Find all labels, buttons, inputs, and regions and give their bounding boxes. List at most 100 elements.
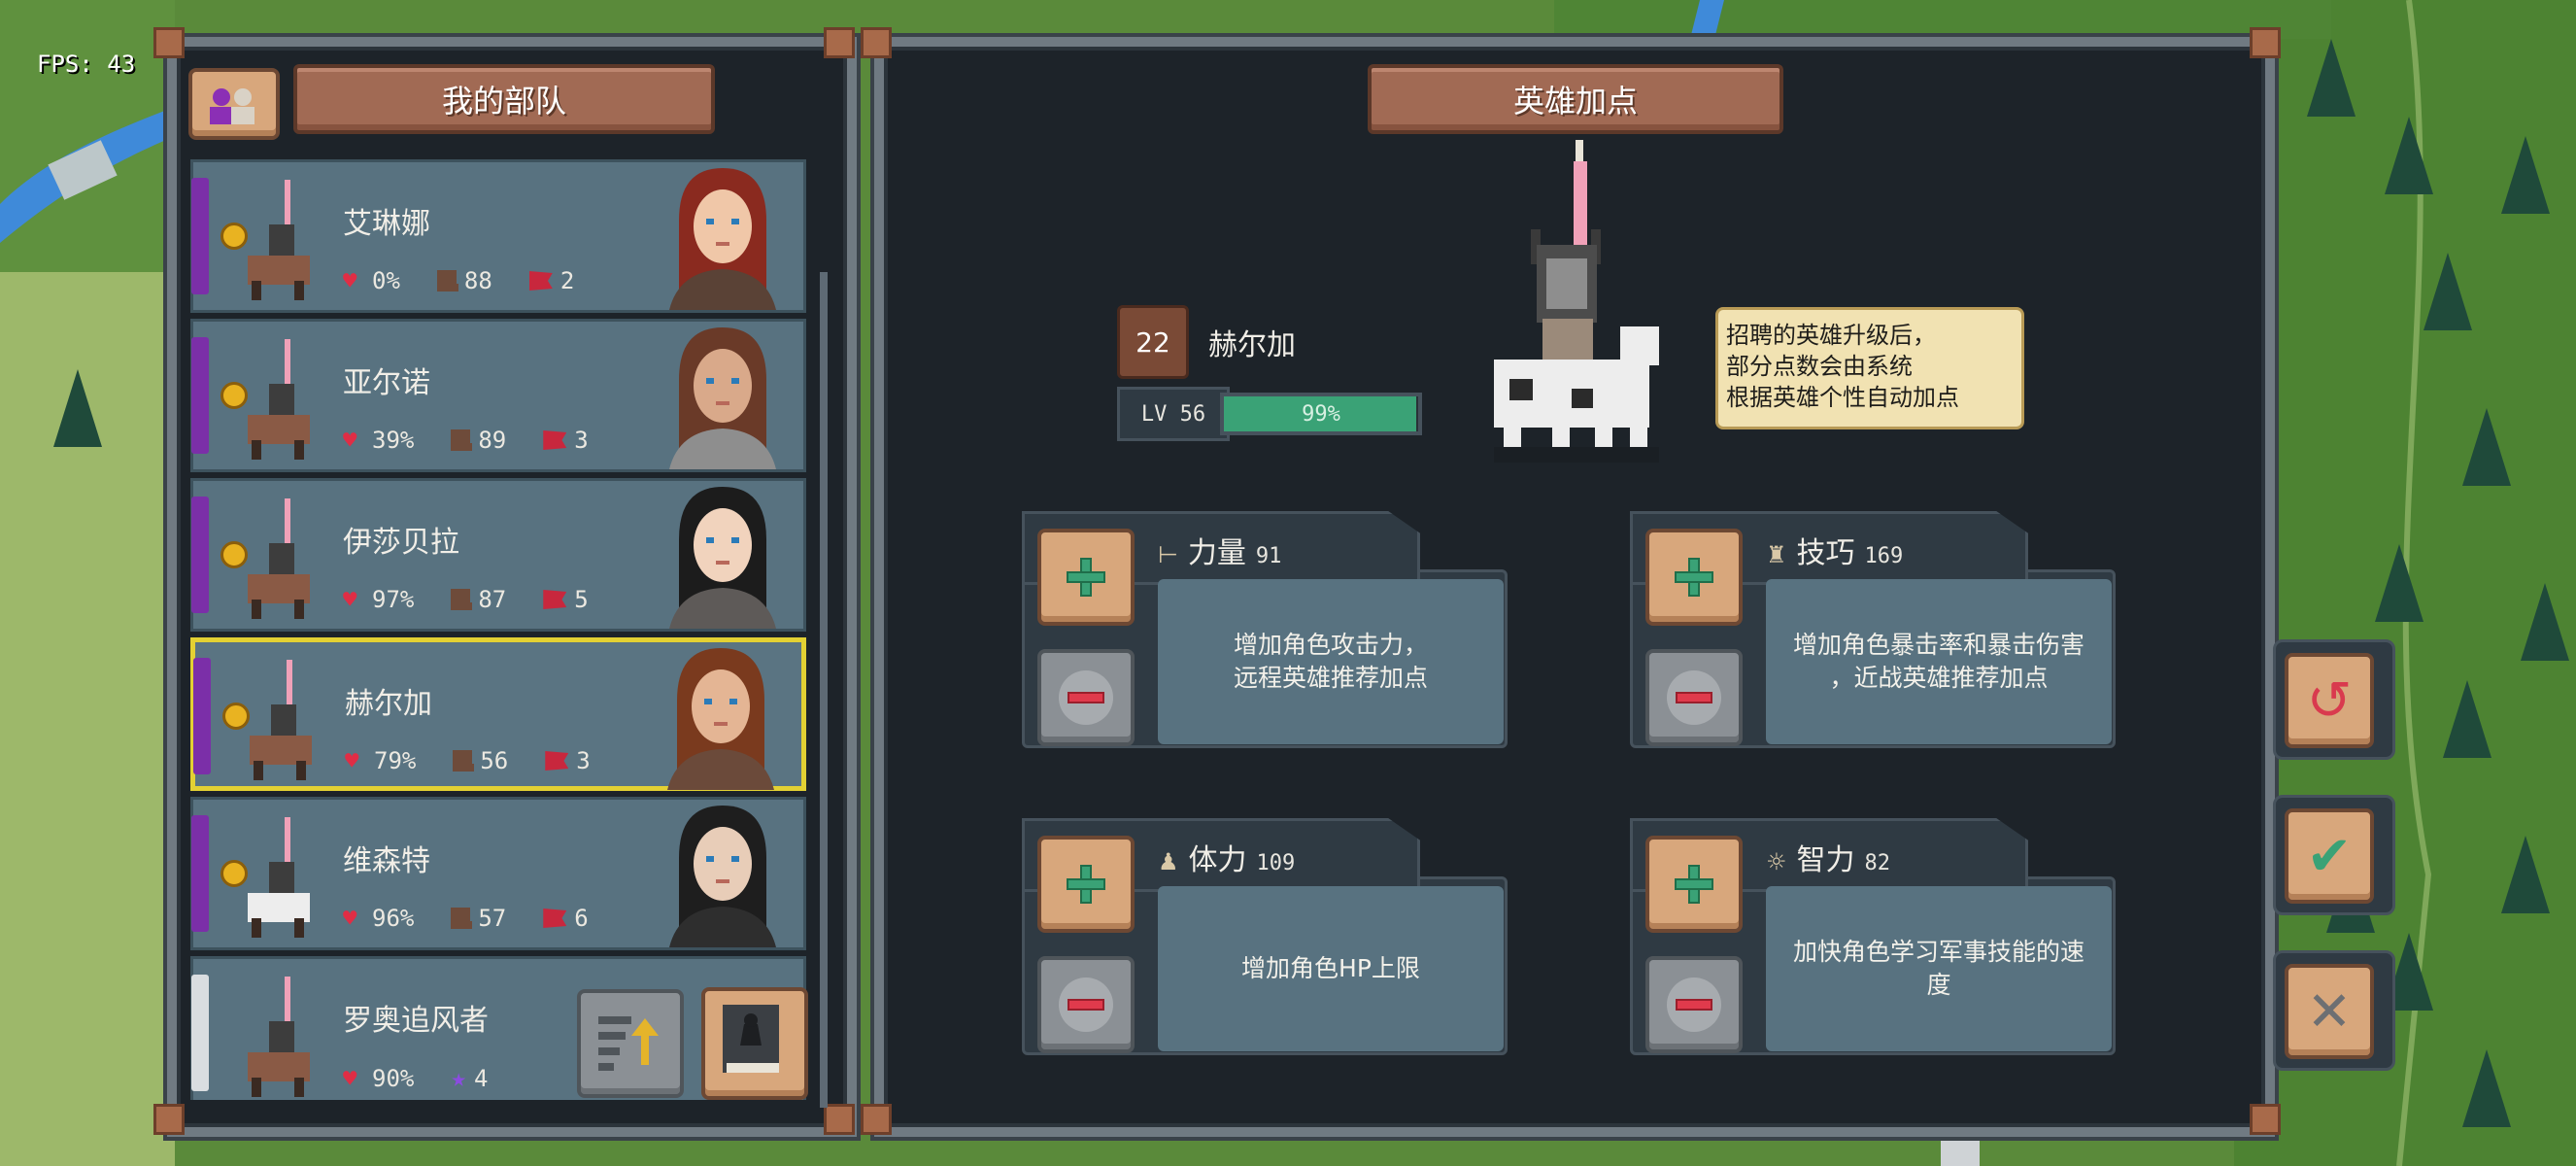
decrease-button[interactable]	[1645, 956, 1743, 1053]
attribute-4: ☼ 智力 82 加快角色学习军事技能的速 度	[1630, 818, 2116, 1055]
hero-list[interactable]: 艾琳娜 ♥ 0% 88 2 亚尔诺 ♥ 39% 89 3 伊莎贝拉 ♥ 97% …	[190, 159, 812, 1100]
armor-icon: ♟	[1158, 848, 1179, 875]
attribute-value: 109	[1256, 851, 1296, 875]
panel-corner	[861, 27, 892, 58]
rarity-tab	[191, 975, 209, 1091]
boot-icon	[453, 750, 475, 772]
attribute-label: ♜ 技巧 169	[1766, 529, 1903, 571]
boot-icon	[451, 589, 473, 610]
hero-mini-sprite	[248, 817, 310, 938]
attribute-name: 智力	[1796, 843, 1855, 877]
increase-button[interactable]	[1037, 529, 1135, 626]
codex-button[interactable]	[701, 987, 808, 1100]
hero-sprite	[1494, 140, 1659, 463]
decrease-button[interactable]	[1037, 956, 1135, 1053]
hp-value: 96%	[372, 905, 415, 932]
attribute-label: ☼ 智力 82	[1766, 836, 1890, 878]
attribute-3: ♟ 体力 109 增加角色HP上限	[1022, 818, 1508, 1055]
plus-icon	[1067, 865, 1105, 904]
hero-card[interactable]: 艾琳娜 ♥ 0% 88 2	[190, 159, 806, 313]
hero-portrait	[669, 168, 776, 310]
hero-mini-sprite	[248, 498, 310, 619]
plus-icon	[1675, 865, 1713, 904]
fps-counter: FPS: 43	[37, 51, 136, 78]
exp-percent: 99%	[1302, 401, 1340, 427]
hero-portrait	[667, 648, 774, 790]
dagger-icon: ♜	[1766, 541, 1787, 568]
party-toggle-button[interactable]	[188, 68, 280, 140]
troops-value: 6	[574, 905, 589, 932]
increase-button[interactable]	[1645, 529, 1743, 626]
sword-icon: ⊢	[1158, 541, 1178, 568]
heart-icon: ♥	[343, 427, 357, 454]
hero-card[interactable]: 伊莎贝拉 ♥ 97% 87 5	[190, 478, 806, 632]
troops-flag-icon	[543, 590, 567, 609]
rarity-tab	[191, 178, 209, 294]
troops-flag-icon	[528, 271, 553, 291]
rarity-tab	[191, 815, 209, 932]
speed-value: 88	[463, 267, 492, 294]
panel-corner	[153, 27, 185, 58]
attribute-name: 力量	[1187, 536, 1246, 570]
attribute-name: 技巧	[1796, 536, 1855, 570]
attribute-value: 169	[1864, 544, 1904, 568]
hero-mini-sprite	[248, 180, 310, 300]
hero-card[interactable]: 赫尔加 ♥ 79% 56 3	[190, 637, 806, 791]
minus-icon	[1667, 977, 1721, 1032]
hero-card-name: 罗奥追风者	[343, 1004, 489, 1038]
troops-flag-icon	[543, 430, 567, 450]
troops-flag-icon	[545, 751, 569, 771]
hero-points-title: 英雄加点	[1368, 64, 1783, 134]
brain-icon: ☼	[1766, 848, 1787, 875]
sort-button[interactable]	[577, 989, 684, 1098]
close-button[interactable]: ✕	[2285, 964, 2374, 1059]
panel-corner	[153, 1104, 185, 1135]
attribute-description: 增加角色HP上限	[1158, 886, 1504, 1051]
hero-card-name: 伊莎贝拉	[343, 526, 459, 560]
confirm-icon: ✔	[2306, 824, 2353, 888]
panel-corner	[824, 1104, 855, 1135]
close-icon: ✕	[2306, 979, 2353, 1044]
decrease-button[interactable]	[1645, 649, 1743, 746]
army-title: 我的部队	[293, 64, 715, 134]
heart-icon: ♥	[345, 747, 359, 774]
hero-card-stats: ♥ 90% ★ 4	[343, 1064, 488, 1093]
reset-icon: ↺	[2306, 669, 2353, 733]
attribute-description: 增加角色攻击力， 远程英雄推荐加点	[1158, 579, 1504, 744]
troops-flag-icon	[543, 909, 567, 928]
speed-value: 87	[478, 586, 507, 613]
rarity-tab	[191, 337, 209, 454]
reset-button[interactable]: ↺	[2285, 653, 2374, 748]
decrease-button[interactable]	[1037, 649, 1135, 746]
panel-corner	[861, 1104, 892, 1135]
attribute-name: 体力	[1188, 843, 1247, 877]
panel-corner	[824, 27, 855, 58]
minus-icon	[1059, 670, 1113, 725]
troops-value: 3	[574, 427, 589, 454]
hero-mini-sprite	[248, 339, 310, 460]
increase-button[interactable]	[1037, 836, 1135, 933]
plus-icon	[1675, 558, 1713, 597]
heart-icon: ♥	[343, 1065, 357, 1092]
troops-value: 2	[559, 267, 575, 294]
minus-icon	[1059, 977, 1113, 1032]
hp-value: 79%	[374, 747, 417, 774]
hero-name: 赫尔加	[1208, 328, 1296, 362]
hero-portrait	[669, 327, 776, 469]
gold-rank-icon	[220, 541, 248, 568]
increase-button[interactable]	[1645, 836, 1743, 933]
boot-icon	[436, 270, 458, 292]
hero-card[interactable]: 亚尔诺 ♥ 39% 89 3	[190, 319, 806, 472]
hero-card-name: 赫尔加	[345, 687, 432, 721]
hero-card[interactable]: 维森特 ♥ 96% 57 6	[190, 797, 806, 950]
confirm-button[interactable]: ✔	[2285, 808, 2374, 904]
speed-value: 89	[478, 427, 507, 454]
boot-icon	[451, 429, 473, 451]
hero-card-name: 维森特	[343, 844, 430, 878]
list-scrollbar[interactable]	[820, 272, 828, 1108]
hero-mini-sprite	[250, 660, 312, 780]
exp-bar: 99%	[1220, 393, 1422, 435]
hero-card-name: 亚尔诺	[343, 366, 430, 400]
heart-icon: ♥	[343, 586, 357, 613]
attribute-1: ⊢ 力量 91 增加角色攻击力， 远程英雄推荐加点	[1022, 511, 1508, 748]
